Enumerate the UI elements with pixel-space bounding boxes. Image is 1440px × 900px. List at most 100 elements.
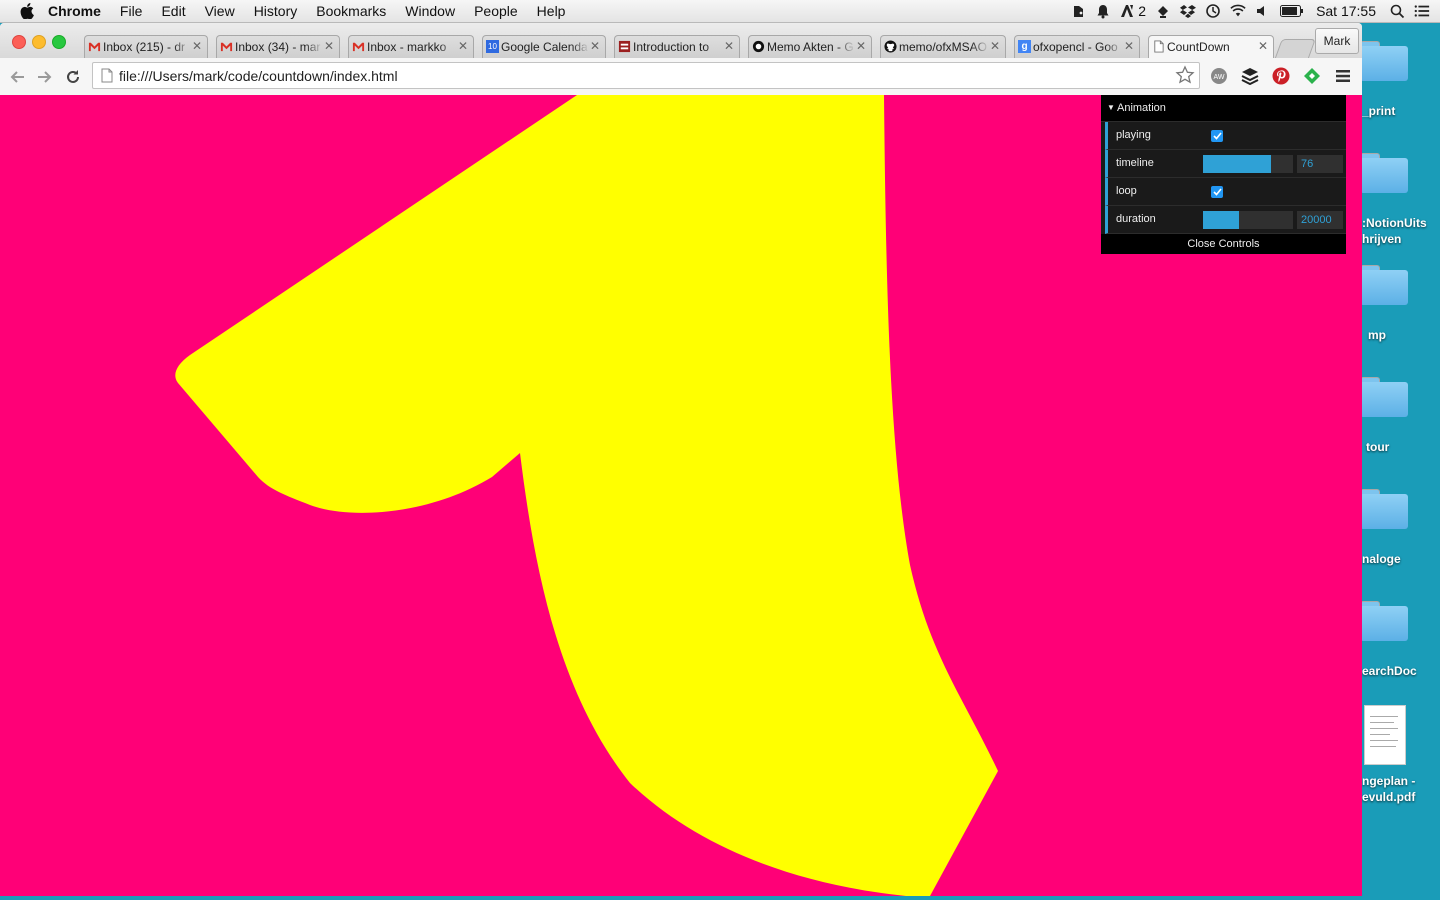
minimize-window-button[interactable]	[32, 35, 46, 49]
menubar-clock[interactable]: Sat 17:55	[1316, 3, 1376, 19]
adobe-icon[interactable]: 2	[1120, 3, 1146, 19]
page-icon	[101, 68, 113, 83]
time-machine-icon[interactable]	[1205, 3, 1221, 19]
folder-icon	[1360, 153, 1408, 193]
tab-introduction[interactable]: Introduction to ✕	[614, 35, 740, 58]
apple-icon[interactable]	[20, 3, 36, 19]
tab-title: Memo Akten - G	[767, 40, 854, 54]
desktop-item-label: earchDoc	[1362, 664, 1417, 678]
svg-text:AW: AW	[1213, 74, 1224, 81]
adobe-count: 2	[1138, 3, 1147, 19]
notification-center-icon[interactable]	[1414, 3, 1430, 19]
volume-icon[interactable]	[1255, 3, 1271, 19]
notification-bell-icon[interactable]	[1095, 3, 1111, 19]
close-tab-icon[interactable]: ✕	[324, 39, 334, 53]
wifi-icon[interactable]	[1230, 3, 1246, 19]
close-tab-icon[interactable]: ✕	[590, 39, 600, 53]
back-arrow-icon[interactable]	[7, 67, 27, 87]
tab-title: Inbox (34) - mar	[235, 40, 321, 54]
menu-help[interactable]: Help	[537, 0, 566, 22]
menu-people[interactable]: People	[474, 0, 518, 22]
desktop-item-label: naloge	[1362, 552, 1401, 566]
site-icon	[752, 40, 765, 53]
new-tab-button[interactable]	[1274, 39, 1316, 60]
zoom-window-button[interactable]	[52, 35, 66, 49]
duration-value-input[interactable]: 20000	[1297, 211, 1343, 229]
reload-icon[interactable]	[63, 67, 83, 87]
close-window-button[interactable]	[12, 35, 26, 49]
calendar-icon: 10	[486, 40, 499, 53]
buffer-icon[interactable]	[1240, 66, 1260, 86]
gui-row-playing: playing	[1105, 122, 1346, 150]
menu-history[interactable]: History	[254, 0, 298, 22]
close-tab-icon[interactable]: ✕	[1258, 39, 1268, 53]
tab-strip: Inbox (215) - dr ✕ Inbox (34) - mar ✕ In…	[0, 23, 1362, 60]
timeline-value-input[interactable]: 76	[1297, 155, 1343, 173]
profile-button[interactable]: Mark	[1315, 28, 1359, 54]
tab-ofxopencl[interactable]: g ofxopencl - Goo ✕	[1014, 35, 1140, 58]
battery-icon[interactable]	[1280, 3, 1304, 19]
evernote-icon[interactable]	[1070, 3, 1086, 19]
forward-arrow-icon[interactable]	[35, 67, 55, 87]
timeline-slider[interactable]	[1203, 155, 1293, 173]
gmail-icon	[352, 42, 365, 52]
folder-icon	[1360, 489, 1408, 529]
gui-folder-animation[interactable]: ▼ Animation	[1101, 95, 1346, 122]
close-tab-icon[interactable]: ✕	[458, 39, 468, 53]
playing-checkbox[interactable]	[1211, 130, 1223, 142]
close-tab-icon[interactable]: ✕	[192, 39, 202, 53]
tab-github-ofxmsa[interactable]: memo/ofxMSAO ✕	[880, 35, 1006, 58]
close-tab-icon[interactable]: ✕	[1124, 39, 1134, 53]
menu-view[interactable]: View	[205, 0, 235, 22]
url-text: file:///Users/mark/code/countdown/index.…	[119, 68, 398, 84]
gui-row-duration: duration 20000	[1105, 206, 1346, 234]
gmail-icon	[220, 42, 233, 52]
plugin-icon[interactable]	[1155, 3, 1171, 19]
extension-icon[interactable]: AW	[1209, 66, 1229, 86]
checkmark-icon	[1212, 188, 1222, 196]
tab-countdown[interactable]: CountDown ✕	[1148, 35, 1274, 59]
spotlight-search-icon[interactable]	[1389, 3, 1405, 19]
google-icon: g	[1018, 40, 1031, 53]
menu-file[interactable]: File	[120, 0, 143, 22]
close-controls-button[interactable]: Close Controls	[1101, 234, 1346, 254]
tab-gmail-inbox-3[interactable]: Inbox - markko ✕	[348, 35, 474, 58]
menu-edit[interactable]: Edit	[161, 0, 185, 22]
bookmark-star-icon[interactable]	[1175, 65, 1195, 85]
close-tab-icon[interactable]: ✕	[990, 39, 1000, 53]
close-tab-icon[interactable]: ✕	[724, 39, 734, 53]
address-bar[interactable]: file:///Users/mark/code/countdown/index.…	[92, 62, 1200, 89]
pdf-file-icon	[1364, 705, 1406, 765]
tab-title: memo/ofxMSAO	[899, 40, 988, 54]
hamburger-menu-icon[interactable]	[1333, 66, 1353, 86]
slider-fill	[1203, 211, 1239, 229]
menu-bookmarks[interactable]: Bookmarks	[316, 0, 386, 22]
desktop-item-label: mp	[1368, 328, 1386, 342]
gui-folder-title: Animation	[1117, 102, 1166, 114]
duration-slider[interactable]	[1203, 211, 1293, 229]
page-viewport: ▼ Animation playing timeline 76 loop dur…	[0, 95, 1362, 896]
tab-gmail-inbox-2[interactable]: Inbox (34) - mar ✕	[216, 35, 340, 58]
desktop-item-label: hrijven	[1362, 232, 1402, 246]
folder-icon	[1360, 601, 1408, 641]
menu-app-name[interactable]: Chrome	[48, 0, 101, 22]
dropbox-icon[interactable]	[1180, 3, 1197, 19]
checkmark-icon	[1212, 132, 1222, 140]
desktop-item-label: tour	[1366, 440, 1390, 454]
tab-gmail-inbox-1[interactable]: Inbox (215) - dr ✕	[84, 35, 208, 58]
gui-label: timeline	[1116, 157, 1154, 169]
folder-icon	[1360, 41, 1408, 81]
digit-one-glyph	[175, 95, 999, 896]
tab-google-calendar[interactable]: 10 Google Calenda ✕	[482, 35, 606, 58]
menu-window[interactable]: Window	[405, 0, 455, 22]
gui-row-timeline: timeline 76	[1105, 150, 1346, 178]
gmail-icon	[88, 42, 101, 52]
pinterest-icon[interactable]	[1271, 66, 1291, 86]
close-tab-icon[interactable]: ✕	[856, 39, 866, 53]
desktop: _print :NotionUits hrijven mp tour nalog…	[1360, 23, 1440, 900]
gui-label: playing	[1116, 129, 1151, 141]
browser-toolbar: file:///Users/mark/code/countdown/index.…	[0, 58, 1362, 96]
feedly-icon[interactable]	[1302, 66, 1322, 86]
tab-memo-akten[interactable]: Memo Akten - G ✕	[748, 35, 872, 58]
loop-checkbox[interactable]	[1211, 186, 1223, 198]
